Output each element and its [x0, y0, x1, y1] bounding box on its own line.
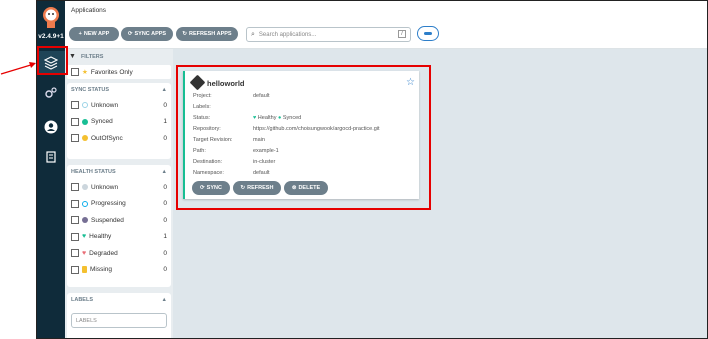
user-icon — [44, 120, 58, 134]
nav-documentation[interactable] — [37, 145, 65, 169]
unknown-icon — [82, 184, 88, 191]
sync-status-title[interactable]: SYNC STATUS ▲ — [67, 83, 171, 97]
labels-section: LABELS ▲ LABELS — [67, 293, 171, 338]
gears-icon — [45, 87, 57, 98]
health-filter-healthy[interactable]: ♥ Healthy 1 — [67, 229, 171, 246]
search-shortcut-key: / — [398, 30, 406, 38]
health-filter-degraded[interactable]: ♥ Degraded 0 — [67, 245, 171, 262]
search-icon: ⌕ — [251, 30, 255, 38]
sync-filter-synced[interactable]: Synced 1 — [67, 114, 171, 131]
argo-logo-icon — [43, 7, 59, 28]
checkbox[interactable] — [71, 68, 79, 76]
outofsync-icon — [82, 135, 88, 142]
nav-user-info[interactable] — [37, 115, 65, 139]
page-title: Applications — [71, 7, 107, 14]
sync-filter-unknown[interactable]: Unknown 0 — [67, 97, 171, 114]
checkbox[interactable] — [71, 183, 79, 192]
checkbox[interactable] — [71, 265, 79, 274]
book-icon — [46, 151, 56, 163]
spinner-icon — [82, 200, 88, 207]
labels-input[interactable]: LABELS — [71, 313, 167, 328]
health-filter-suspended[interactable]: Suspended 0 — [67, 212, 171, 229]
annotation-highlight-card — [176, 65, 431, 210]
broken-heart-icon: ♥ — [82, 249, 87, 257]
filter-icon: ▼ — [69, 53, 76, 60]
plus-icon: + — [78, 31, 82, 37]
new-app-button[interactable]: + NEW APP — [69, 27, 119, 41]
top-bar: Applications + NEW APP ⟳ SYNC APPS ↻ REF… — [65, 1, 707, 49]
heart-icon: ♥ — [82, 233, 87, 241]
health-filter-unknown[interactable]: Unknown 0 — [67, 179, 171, 196]
refresh-apps-button[interactable]: ↻ REFRESH APPS — [176, 27, 238, 41]
checkbox[interactable] — [71, 134, 79, 143]
checkbox[interactable] — [71, 232, 79, 241]
checkbox[interactable] — [71, 216, 79, 225]
filters-panel: ▼ FILTERS ★ Favorites Only SYNC STATUS ▲… — [65, 49, 173, 338]
favorites-only-checkbox[interactable]: ★ Favorites Only — [67, 65, 171, 79]
annotation-arrow-icon — [0, 62, 36, 75]
sync-apps-button[interactable]: ⟳ SYNC APPS — [121, 27, 173, 41]
checkbox[interactable] — [71, 199, 79, 208]
nav-settings[interactable] — [37, 81, 65, 105]
sync-status-section: SYNC STATUS ▲ Unknown 0 Synced 1 OutOfSy… — [67, 83, 171, 159]
version-label: v2.4.9+1 — [38, 33, 64, 40]
minus-icon — [424, 32, 432, 35]
labels-title[interactable]: LABELS ▲ — [67, 293, 171, 307]
checkbox[interactable] — [71, 117, 79, 126]
sync-filter-outofsync[interactable]: OutOfSync 0 — [67, 130, 171, 147]
sync-icon: ⟳ — [127, 31, 133, 37]
star-icon: ★ — [82, 69, 88, 76]
unknown-icon — [82, 102, 88, 109]
collapse-icon[interactable]: ▲ — [162, 169, 167, 179]
search-input[interactable]: ⌕ Search applications... / — [246, 27, 411, 42]
collapse-icon[interactable]: ▲ — [162, 297, 167, 307]
filters-header: ▼ FILTERS — [69, 53, 104, 60]
health-status-title[interactable]: HEALTH STATUS ▲ — [67, 165, 171, 179]
checkbox[interactable] — [71, 249, 79, 258]
ghost-icon — [82, 266, 87, 274]
pause-icon — [82, 217, 88, 224]
collapse-icon[interactable]: ▲ — [162, 87, 167, 97]
health-filter-progressing[interactable]: Progressing 0 — [67, 196, 171, 213]
view-toggle-button[interactable] — [417, 26, 439, 41]
health-filter-missing[interactable]: Missing 0 — [67, 262, 171, 279]
check-circle-icon — [82, 118, 88, 125]
refresh-icon: ↻ — [182, 31, 187, 37]
health-status-section: HEALTH STATUS ▲ Unknown 0 Progressing 0 … — [67, 165, 171, 287]
annotation-highlight-nav — [37, 46, 68, 75]
checkbox[interactable] — [71, 101, 79, 110]
